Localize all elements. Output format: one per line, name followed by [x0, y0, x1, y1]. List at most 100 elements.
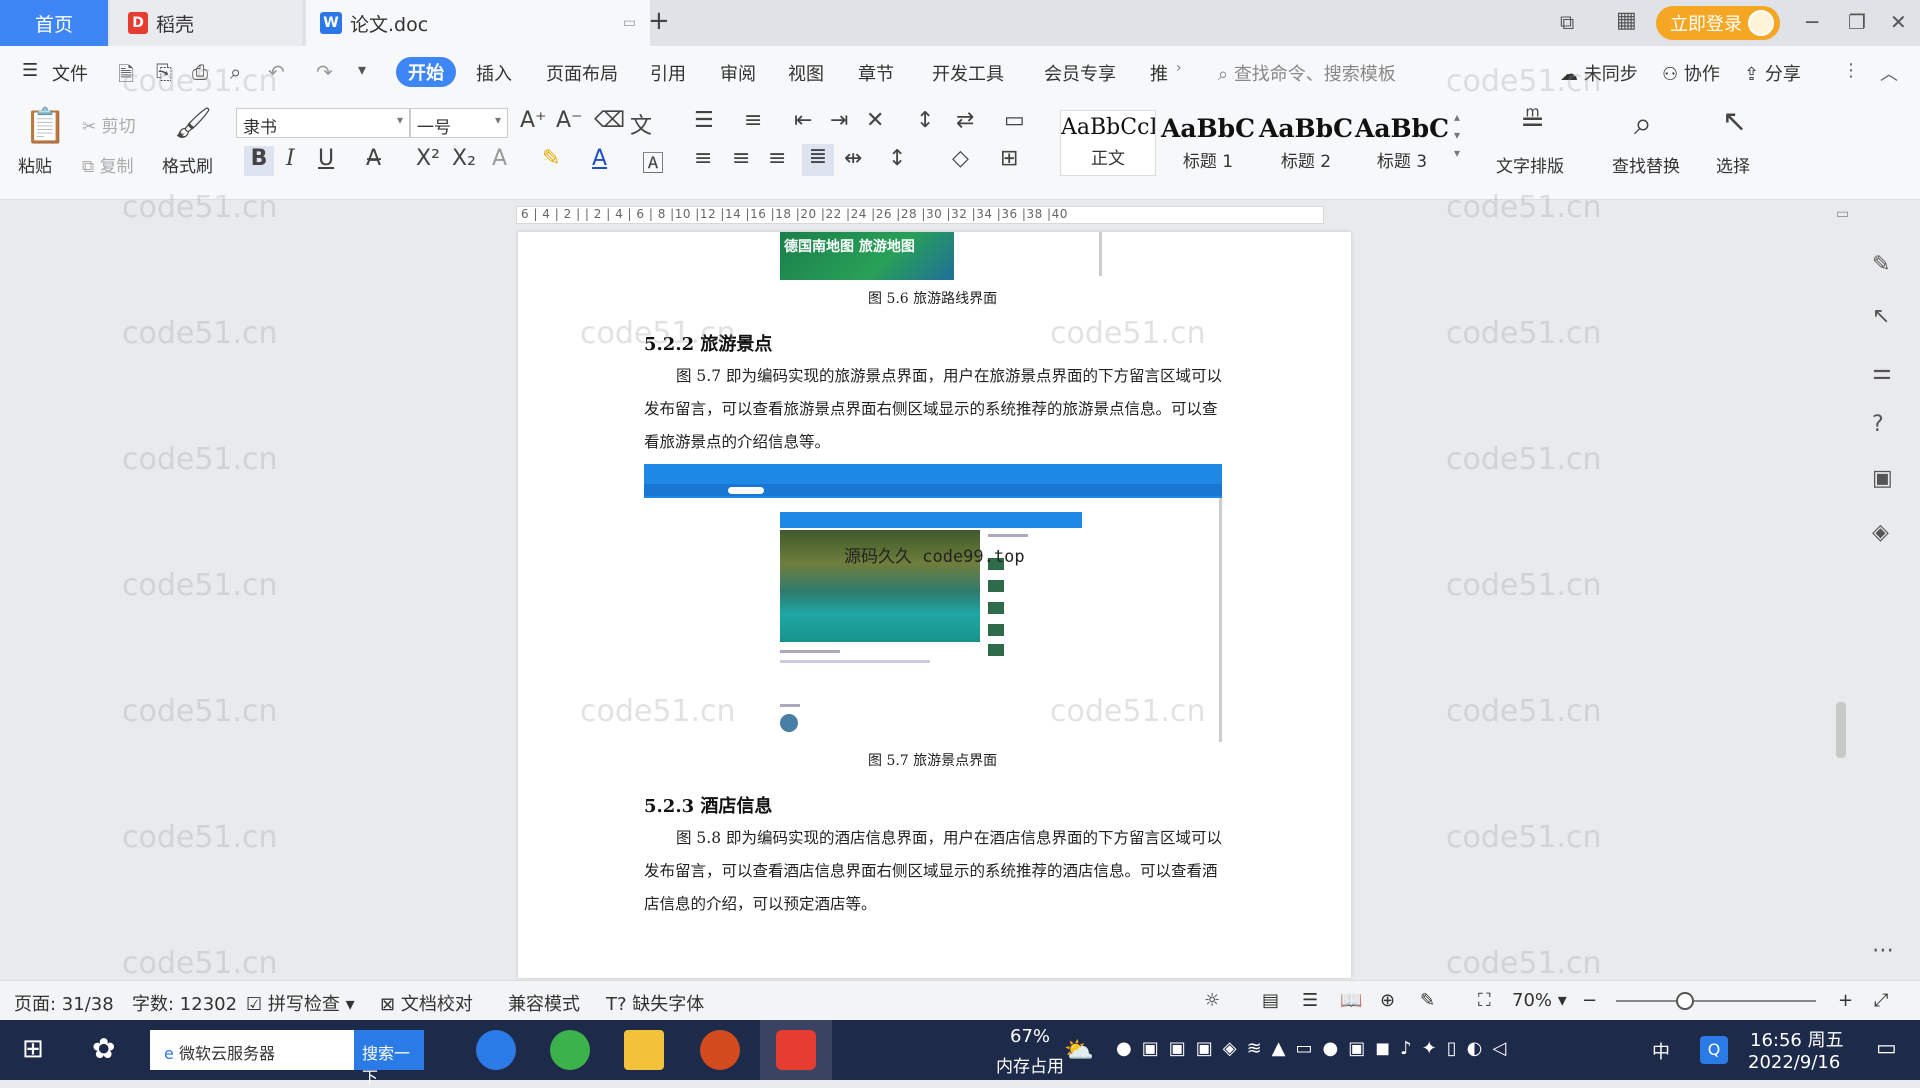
- compat-mode[interactable]: 兼容模式: [508, 990, 580, 1016]
- chinese-layout-icon[interactable]: ✕: [866, 108, 884, 133]
- doc-proof-button[interactable]: ⊠ 文档校对: [380, 990, 473, 1016]
- menu-page-layout[interactable]: 页面布局: [546, 60, 618, 86]
- customize-chevron-icon[interactable]: ▾: [358, 60, 366, 79]
- style-heading-1[interactable]: AaBbC 标题 1: [1160, 110, 1256, 176]
- taskbar-search-input[interactable]: e 微软云服务器: [150, 1030, 354, 1070]
- sort-icon[interactable]: ↕: [916, 108, 934, 133]
- text-layout-icon[interactable]: ≞: [1520, 104, 1545, 139]
- borders-icon[interactable]: ⊞: [1000, 146, 1018, 171]
- ruler-toggle-icon[interactable]: ▭: [1836, 206, 1849, 222]
- menu-view[interactable]: 视图: [788, 60, 824, 86]
- vertical-scrollbar[interactable]: [1832, 232, 1850, 962]
- sync-button[interactable]: ☁ 未同步: [1560, 60, 1638, 86]
- text-layout-button[interactable]: 文字排版: [1496, 152, 1564, 177]
- 360-browser-icon[interactable]: [550, 1030, 590, 1070]
- menu-references[interactable]: 引用: [650, 60, 686, 86]
- font-color-icon[interactable]: A: [592, 146, 607, 171]
- menu-more[interactable]: 推: [1150, 60, 1168, 86]
- char-border-icon[interactable]: 🄰: [642, 146, 664, 178]
- menu-insert[interactable]: 插入: [476, 60, 512, 86]
- bold-icon[interactable]: B: [244, 146, 274, 176]
- bullet-list-icon[interactable]: ☰: [694, 108, 714, 133]
- style-heading-2[interactable]: AaBbC 标题 2: [1258, 110, 1354, 176]
- web-view-icon[interactable]: ⊕: [1380, 990, 1395, 1011]
- new-tab-button[interactable]: +: [648, 6, 670, 36]
- reading-view-icon[interactable]: 📖: [1340, 990, 1362, 1011]
- copy-button[interactable]: ⧉ 复制: [82, 152, 134, 177]
- increase-indent-icon[interactable]: ⇥: [830, 108, 848, 133]
- search-icon[interactable]: Q: [1700, 1036, 1728, 1064]
- shrink-font-icon[interactable]: A⁻: [556, 108, 583, 133]
- eye-protect-icon[interactable]: ☼: [1204, 990, 1220, 1011]
- text-effect-icon[interactable]: A: [492, 146, 507, 171]
- share-button[interactable]: ⇪ 分享: [1744, 60, 1801, 86]
- align-right-icon[interactable]: ≡: [768, 146, 786, 171]
- paste-button[interactable]: 粘贴: [18, 152, 52, 177]
- app-launcher-icon[interactable]: ✿: [92, 1032, 115, 1065]
- word-count[interactable]: 字数: 12302: [132, 990, 237, 1016]
- menu-start[interactable]: 开始: [396, 57, 456, 87]
- shading-icon[interactable]: ◇: [952, 146, 969, 171]
- command-search[interactable]: ⌕ 查找命令、搜索模板: [1218, 60, 1396, 86]
- print-icon[interactable]: ⎙: [192, 60, 208, 84]
- minimize-icon[interactable]: ─: [1806, 10, 1818, 34]
- zoom-out-icon[interactable]: −: [1582, 990, 1597, 1011]
- game-app-icon[interactable]: [700, 1030, 740, 1070]
- select-cursor-icon[interactable]: ↖: [1722, 104, 1747, 139]
- menu-review[interactable]: 审阅: [720, 60, 756, 86]
- numbered-list-icon[interactable]: ≡: [744, 108, 762, 133]
- highlight-icon[interactable]: ✎: [542, 146, 560, 171]
- collab-button[interactable]: ⚇ 协作: [1662, 60, 1720, 86]
- line-spacing-icon[interactable]: ↕: [888, 146, 906, 171]
- undo-icon[interactable]: ↶: [268, 60, 285, 84]
- login-button[interactable]: 立即登录: [1656, 6, 1780, 40]
- write-view-icon[interactable]: ✎: [1420, 990, 1435, 1011]
- styles-scroll[interactable]: ▴ ▾ ▾: [1454, 108, 1460, 162]
- ie-browser-icon[interactable]: [476, 1030, 516, 1070]
- monitor-icon[interactable]: ▭: [623, 15, 636, 31]
- distribute-icon[interactable]: ⇹: [844, 146, 862, 171]
- underline-icon[interactable]: U: [318, 146, 334, 171]
- menu-dev-tools[interactable]: 开发工具: [932, 60, 1004, 86]
- sliders-icon[interactable]: ⚌: [1872, 360, 1892, 385]
- page-indicator[interactable]: 页面: 31/38: [14, 990, 114, 1016]
- ruler-scale[interactable]: 6 | 4 | 2 | | 2 | 4 | 6 | 8 |10 |12 |14 …: [516, 206, 1324, 224]
- tab-document[interactable]: W 论文.doc ▭: [306, 0, 650, 46]
- format-painter-button[interactable]: 格式刷: [162, 152, 213, 177]
- redo-icon[interactable]: ↷: [316, 60, 333, 84]
- select-button[interactable]: 选择: [1716, 152, 1750, 177]
- tab-daoke[interactable]: D 稻壳: [110, 0, 302, 46]
- pen-icon[interactable]: ✎: [1872, 252, 1890, 277]
- print-preview-icon[interactable]: ⌕: [230, 60, 241, 84]
- restore-icon[interactable]: ❐: [1848, 10, 1866, 34]
- save-icon[interactable]: 🗎: [118, 60, 134, 94]
- menu-file[interactable]: 文件: [52, 60, 88, 86]
- align-center-icon[interactable]: ≡: [732, 146, 750, 171]
- pinyin-icon[interactable]: 文: [630, 108, 652, 140]
- collapse-ribbon-icon[interactable]: ︿: [1880, 60, 1898, 86]
- superscript-icon[interactable]: X²: [416, 146, 440, 171]
- more-options-icon[interactable]: ⋮: [1842, 60, 1860, 81]
- spell-check-button[interactable]: ☑ 拼写检查 ▾: [246, 990, 355, 1016]
- clock-time[interactable]: 16:56 周五: [1750, 1026, 1844, 1052]
- close-icon[interactable]: ✕: [1890, 10, 1907, 34]
- more-dots-icon[interactable]: ⋯: [1872, 938, 1894, 963]
- tab-home[interactable]: 首页: [0, 0, 108, 46]
- fit-page-icon[interactable]: ⛶: [1478, 990, 1491, 1011]
- clear-format-icon[interactable]: ⌫: [594, 108, 625, 133]
- wps-taskbar-item[interactable]: [760, 1020, 832, 1080]
- file-explorer-icon[interactable]: [624, 1030, 664, 1070]
- find-replace-button[interactable]: 查找替换: [1612, 152, 1680, 177]
- zoom-in-icon[interactable]: +: [1838, 990, 1853, 1011]
- zoom-slider-thumb[interactable]: [1676, 992, 1694, 1010]
- notification-icon[interactable]: ▭: [1876, 1036, 1897, 1061]
- style-normal[interactable]: AaBbCcI 正文: [1060, 110, 1156, 176]
- menu-member[interactable]: 会员专享: [1044, 60, 1116, 86]
- weather-icon[interactable]: ⛅: [1064, 1036, 1094, 1064]
- zoom-level[interactable]: 70% ▾: [1512, 990, 1567, 1011]
- hamburger-icon[interactable]: ☰: [22, 60, 38, 81]
- paste-icon[interactable]: 📋: [24, 106, 66, 146]
- export-pdf-icon[interactable]: ⎘: [156, 60, 172, 84]
- find-replace-icon[interactable]: ⌕: [1634, 104, 1652, 143]
- document-page[interactable]: 德国南地图 旅游地图 图 5.6 旅游路线界面 5.2.2 旅游景点 图 5.7…: [518, 232, 1351, 978]
